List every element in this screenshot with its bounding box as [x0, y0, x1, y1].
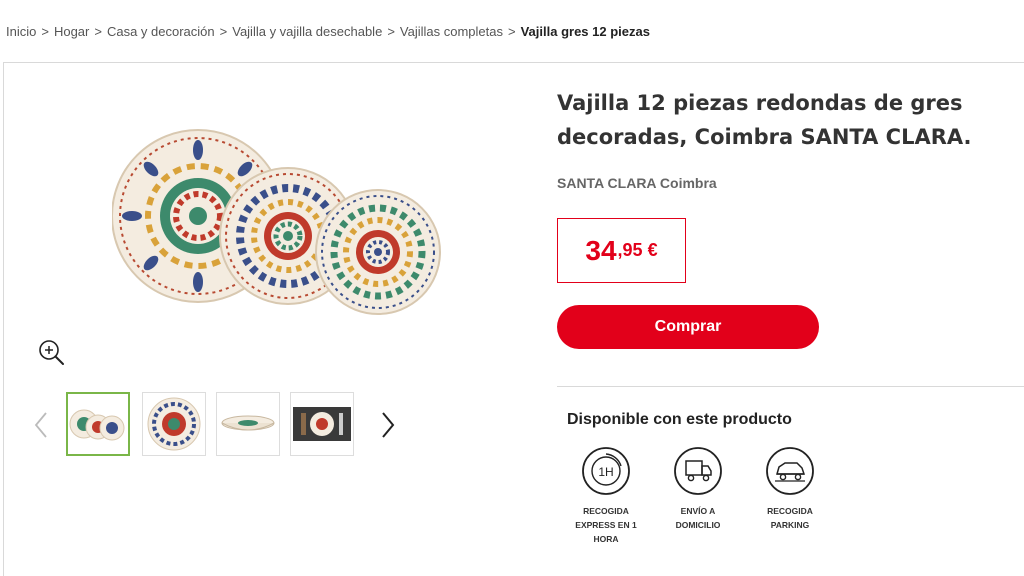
breadcrumb-inicio[interactable]: Inicio — [6, 24, 36, 39]
thumbnail-plate-set[interactable] — [66, 392, 130, 456]
price-integer: 34 — [585, 234, 617, 266]
chevron-left-icon[interactable] — [32, 410, 52, 440]
service-home-delivery: ENVÍO A DOMICILIO — [662, 446, 734, 532]
service-parking-pickup: RECOGIDA PARKING — [754, 446, 826, 532]
plate-set-thumbnail-image — [69, 409, 125, 441]
service-express-pickup: 1H RECOGIDA EXPRESS EN 1 HORA — [570, 446, 642, 546]
product-brand[interactable]: SANTA CLARA Coimbra — [557, 175, 717, 191]
availability-title: Disponible con este producto — [567, 411, 792, 428]
breadcrumb-vajillas-completas[interactable]: Vajillas completas — [400, 24, 503, 39]
svg-text:1H: 1H — [598, 465, 613, 479]
express-1h-icon: 1H — [582, 447, 630, 495]
product-title: Vajilla 12 piezas redondas de gres decor… — [557, 91, 972, 149]
zoom-in-icon[interactable] — [36, 338, 66, 368]
thumbnail-plate[interactable] — [142, 392, 206, 456]
bowl-thumbnail-image — [221, 415, 275, 431]
chevron-right-icon[interactable] — [378, 410, 398, 440]
plate-thumbnail-image — [147, 397, 201, 451]
breadcrumb-vajilla[interactable]: Vajilla y vajilla desechable — [232, 24, 382, 39]
breadcrumb-separator: > — [508, 24, 516, 39]
breadcrumb-hogar[interactable]: Hogar — [54, 24, 89, 39]
thumbnail-carousel — [30, 390, 410, 460]
breadcrumb-current: Vajilla gres 12 piezas — [520, 24, 650, 39]
breadcrumb-casa-decoracion[interactable]: Casa y decoración — [107, 24, 215, 39]
breadcrumb-separator: > — [387, 24, 395, 39]
thumbnail-bowl[interactable] — [216, 392, 280, 456]
service-label: ENVÍO A DOMICILIO — [675, 506, 721, 530]
breadcrumb-separator: > — [94, 24, 102, 39]
parking-car-icon — [766, 447, 814, 495]
divider — [557, 386, 1024, 387]
breadcrumb-separator: > — [41, 24, 49, 39]
delivery-truck-icon — [674, 447, 722, 495]
breadcrumb-separator: > — [219, 24, 228, 39]
thumbnail-table-setting[interactable] — [290, 392, 354, 456]
table-setting-thumbnail-image — [293, 407, 351, 441]
price-decimal: ,95 € — [617, 240, 658, 260]
price-box: 34,95 € — [557, 218, 686, 283]
service-label: RECOGIDA EXPRESS EN 1 HORA — [575, 506, 637, 544]
service-label: RECOGIDA PARKING — [767, 506, 813, 530]
breadcrumb: Inicio > Hogar > Casa y decoración > Vajilla y… — [6, 24, 650, 39]
product-main-image[interactable] — [112, 128, 448, 324]
buy-button[interactable]: Comprar — [557, 305, 819, 349]
